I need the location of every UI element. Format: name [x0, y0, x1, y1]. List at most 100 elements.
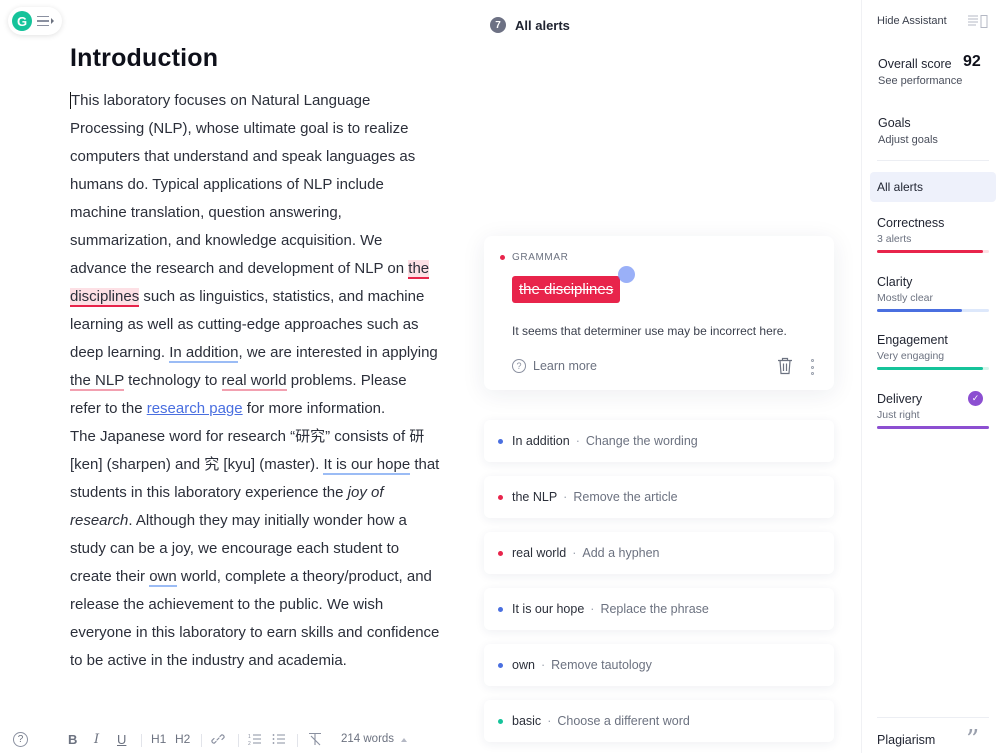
help-button[interactable]: ?	[13, 732, 28, 747]
alert-word: In addition	[512, 434, 570, 448]
heading1-button[interactable]: H1	[151, 732, 166, 746]
sidebar-divider	[877, 717, 989, 718]
link-icon[interactable]	[211, 732, 225, 749]
assistant-sidebar: Hide Assistant Overall score 92 See perf…	[861, 0, 1004, 753]
alert-action: Remove tautology	[551, 658, 652, 672]
alert-description: It seems that determiner use may be inco…	[512, 324, 787, 338]
separator: ·	[590, 602, 595, 616]
pointer-indicator	[618, 266, 635, 283]
svg-text:2: 2	[248, 741, 251, 746]
plagiarism-button[interactable]: Plagiarism	[877, 733, 935, 747]
more-options-icon[interactable]	[809, 359, 815, 375]
overall-score-value: 92	[963, 53, 981, 70]
sidebar-item-correctness[interactable]: Correctness 3 alerts	[877, 216, 989, 253]
toolbar-divider	[201, 734, 202, 747]
alert-action: Change the wording	[585, 434, 698, 448]
numbered-list-icon[interactable]: 12	[248, 732, 262, 749]
suggestion-chip[interactable]: the disciplines	[512, 276, 621, 303]
category-status: Very engaging	[877, 350, 945, 362]
category-progress-bar	[877, 367, 989, 370]
alert-list-item[interactable]: It is our hope · Replace the phrase	[484, 588, 834, 630]
category-progress-fill	[877, 426, 989, 429]
question-icon: ?	[512, 359, 526, 373]
category-progress-fill	[877, 309, 963, 312]
sidebar-item-all-alerts[interactable]: All alerts	[870, 172, 996, 202]
highlight-real-world[interactable]: real world	[221, 372, 287, 391]
category-progress-bar	[877, 250, 989, 253]
trash-icon[interactable]	[777, 357, 793, 375]
severity-dot	[498, 718, 503, 724]
alert-list-item[interactable]: own · Remove tautology	[484, 644, 834, 686]
sidebar-item-clarity[interactable]: Clarity Mostly clear	[877, 275, 989, 312]
alerts-count-badge: 7	[490, 17, 506, 33]
word-count[interactable]: 214 words	[341, 733, 394, 745]
severity-dot	[498, 662, 503, 668]
alert-action: Remove the article	[573, 490, 678, 504]
hide-assistant-button[interactable]: Hide Assistant	[877, 15, 947, 27]
bulleted-list-icon[interactable]	[272, 732, 286, 749]
sidebar-item-delivery[interactable]: Delivery Just right ✓	[877, 391, 989, 429]
quote-icon[interactable]: ”	[966, 727, 979, 753]
learn-more-label: Learn more	[533, 359, 597, 373]
heading2-button[interactable]: H2	[175, 732, 190, 746]
separator: ·	[572, 546, 577, 560]
category-status: Mostly clear	[877, 292, 934, 304]
category-name: Clarity	[877, 275, 913, 289]
goals-label: Goals	[878, 116, 911, 130]
overall-score-label: Overall score	[878, 57, 952, 71]
category-progress-bar	[877, 426, 989, 429]
separator: ·	[540, 658, 546, 672]
highlight-it-is-our-hope[interactable]: It is our hope	[323, 456, 411, 475]
category-progress-fill	[877, 250, 984, 253]
highlight-the-nlp[interactable]: the NLP	[70, 372, 124, 391]
active-alert-card[interactable]: GRAMMAR the disciplines It seems that de…	[484, 236, 834, 390]
alert-action: Choose a different word	[557, 714, 690, 728]
grammarly-logo-icon: G	[12, 11, 32, 31]
paragraph-1[interactable]: This laboratory focuses on Natural Langu…	[70, 87, 440, 423]
app-menu-widget[interactable]: G	[8, 7, 62, 35]
category-name: Correctness	[877, 216, 945, 230]
separator: ·	[563, 490, 568, 504]
severity-dot	[498, 494, 503, 500]
text-segment: technology to	[123, 372, 222, 389]
editor-fade	[60, 700, 450, 722]
document-body[interactable]: This laboratory focuses on Natural Langu…	[70, 87, 440, 675]
severity-dot	[498, 438, 503, 444]
severity-dot	[500, 255, 505, 260]
adjust-goals-link[interactable]: Adjust goals	[878, 134, 938, 146]
alerts-title: All alerts	[515, 17, 570, 33]
svg-text:1: 1	[248, 734, 251, 740]
see-performance-link[interactable]: See performance	[878, 75, 962, 87]
toolbar-divider	[238, 734, 239, 747]
alerts-header: 7 All alerts	[490, 17, 570, 33]
category-status: Just right	[877, 409, 920, 421]
sidebar-item-engagement[interactable]: Engagement Very engaging	[877, 333, 989, 370]
category-status: 3 alerts	[877, 233, 912, 245]
alert-action: Replace the phrase	[600, 602, 709, 616]
separator: ·	[547, 714, 552, 728]
category-progress-bar	[877, 309, 989, 312]
alert-word: basic	[512, 714, 542, 728]
learn-more-link[interactable]: ? Learn more	[512, 359, 597, 373]
alert-list-item[interactable]: the NLP · Remove the article	[484, 476, 834, 518]
research-page-link[interactable]: research page	[147, 400, 243, 417]
toolbar-divider	[141, 734, 142, 747]
clear-formatting-icon[interactable]	[308, 732, 322, 749]
panel-toggle-icon[interactable]	[968, 15, 988, 28]
alert-word: own	[512, 658, 535, 672]
underline-button[interactable]: U	[117, 732, 126, 747]
italic-button[interactable]: I	[94, 732, 99, 747]
alert-word: It is our hope	[512, 602, 585, 616]
paragraph-2[interactable]: The Japanese word for research “研究” cons…	[70, 423, 440, 675]
bold-button[interactable]: B	[68, 732, 77, 747]
highlight-own[interactable]: own	[149, 568, 177, 587]
alert-list-item[interactable]: basic · Choose a different word	[484, 700, 834, 742]
document-title[interactable]: Introduction	[70, 44, 440, 73]
highlight-in-addition[interactable]: In addition	[169, 344, 239, 363]
severity-dot	[498, 606, 503, 612]
document-editor[interactable]: Introduction This laboratory focuses on …	[70, 40, 440, 720]
alert-list-item[interactable]: real world · Add a hyphen	[484, 532, 834, 574]
alert-list-item[interactable]: In addition · Change the wording	[484, 420, 834, 462]
formatting-toolbar: ? B I U H1 H2 12 214 words	[0, 728, 460, 753]
category-progress-fill	[877, 367, 984, 370]
